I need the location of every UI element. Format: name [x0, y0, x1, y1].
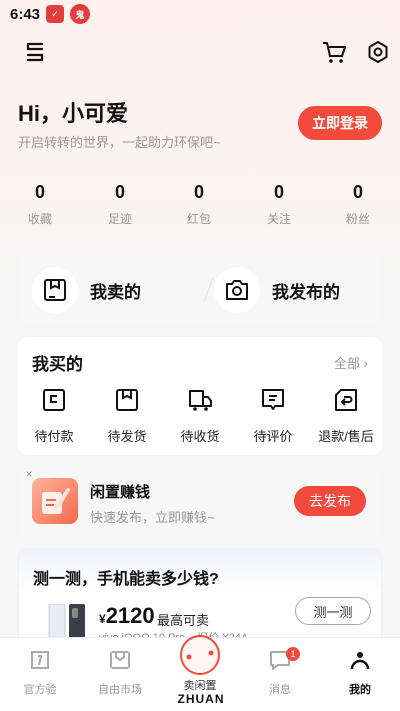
official-check-icon [31, 651, 49, 669]
login-button[interactable]: 立即登录 [298, 106, 382, 140]
stat-label: 红包 [186, 212, 211, 226]
buy-all-label: 全部 [334, 356, 361, 371]
market-box-icon [110, 651, 130, 669]
order-refund[interactable]: 退款/售后 [314, 387, 378, 445]
sold-box-icon [44, 279, 66, 301]
stat-value: 0 [193, 182, 204, 202]
order-pending-shipment[interactable]: 待发货 [95, 387, 159, 445]
order-label: 待收货 [180, 429, 220, 444]
stat-following[interactable]: 0 关注 [249, 182, 309, 227]
stat-favorites[interactable]: 0 收藏 [10, 182, 70, 227]
tab-label: 消息 [269, 684, 291, 696]
wallet-icon [43, 389, 65, 411]
idle-thumbnail [32, 478, 78, 524]
order-pending-review[interactable]: 待评价 [241, 387, 305, 445]
order-label: 待发货 [107, 429, 147, 444]
price-note: 最高可卖 [157, 613, 210, 628]
order-pending-payment[interactable]: 待付款 [22, 387, 86, 445]
price-number: 2120 [105, 603, 155, 628]
tab-label: 我的 [349, 684, 371, 696]
tab-label: 官方验 [23, 684, 57, 696]
greeting-subtitle: 开启转转的世界，一起助力环保吧~ [18, 135, 221, 150]
quiz-title: 测一测，手机能卖多少钱? [33, 571, 219, 588]
gear-icon[interactable] [364, 38, 392, 66]
pencil-note-icon [42, 488, 70, 514]
buy-card: 我买的 全部 › 待付款 待发货 待收货 待评价 退款/售后 [18, 337, 382, 455]
delivery-icon [189, 390, 212, 411]
status-bar: 6:43 ✓ 鬼 [0, 0, 400, 28]
cart-icon[interactable] [320, 38, 348, 66]
stat-label: 足迹 [107, 212, 132, 226]
idle-promo-card: × 闲置赚钱 快速发布，立即赚钱~ 去发布 [18, 465, 382, 537]
stat-red-packets[interactable]: 0 红包 [169, 182, 229, 227]
stat-label: 关注 [266, 212, 291, 226]
status-time: 6:43 [10, 5, 41, 23]
refund-icon [335, 389, 357, 411]
stat-label: 收藏 [27, 212, 52, 226]
review-icon [262, 389, 284, 410]
idle-subtitle: 快速发布，立即赚钱~ [90, 510, 215, 525]
stat-value: 0 [273, 182, 284, 202]
stat-fans[interactable]: 0 粉丝 [328, 182, 388, 227]
order-label: 待付款 [34, 429, 74, 444]
ghost-app-icon: 鬼 [70, 4, 91, 24]
stat-value: 0 [114, 182, 125, 202]
my-published-label: 我发布的 [272, 282, 340, 302]
menu-icon[interactable] [22, 38, 50, 66]
message-badge: 1 [286, 647, 300, 661]
my-sold-button[interactable]: 我卖的 [32, 267, 141, 313]
tab-official-check[interactable]: 官方验 [10, 648, 70, 697]
idle-title: 闲置赚钱 [90, 484, 151, 501]
bottom-tab-bar: 官方验 自由市场 卖闲置 ZHUAN 消息 1 我的 [0, 635, 400, 711]
sell-idle-icon [180, 635, 220, 675]
tab-label: 卖闲置 [183, 680, 217, 692]
order-pending-receipt[interactable]: 待收货 [168, 387, 232, 445]
tab-sell-idle[interactable]: 卖闲置 [170, 635, 230, 693]
brand-logo: ZHUAN [177, 692, 225, 706]
my-sold-label: 我卖的 [90, 282, 141, 302]
stat-value: 0 [352, 182, 363, 202]
stats-row: 0 收藏 0 足迹 0 红包 0 关注 0 粉丝 [0, 182, 400, 230]
tab-mine[interactable]: 我的 [330, 648, 390, 697]
package-icon [116, 389, 138, 411]
tab-free-market[interactable]: 自由市场 [90, 648, 150, 697]
buy-title: 我买的 [32, 355, 83, 374]
greeting-title: Hi，小可爱 [18, 101, 129, 126]
measure-button[interactable]: 测一测 [295, 597, 371, 625]
order-label: 待评价 [253, 429, 293, 444]
camera-icon [226, 280, 248, 300]
stat-footprints[interactable]: 0 足迹 [90, 182, 150, 227]
go-publish-button[interactable]: 去发布 [294, 486, 366, 516]
order-label: 退款/售后 [318, 429, 374, 444]
currency-symbol: ¥ [99, 612, 106, 626]
tab-messages[interactable]: 消息 [250, 648, 310, 697]
stat-label: 粉丝 [345, 212, 370, 226]
profile-icon [350, 652, 370, 670]
buy-all-link[interactable]: 全部 › [334, 353, 368, 372]
divider [203, 277, 214, 303]
my-published-button[interactable]: 我发布的 [214, 267, 340, 313]
chevron-right-icon: › [363, 356, 368, 371]
stat-value: 0 [34, 182, 45, 202]
app-badge-icon: ✓ [46, 5, 65, 23]
tab-label: 自由市场 [98, 684, 142, 696]
sell-card: 我卖的 我发布的 [18, 255, 382, 325]
price-quiz-card: 测一测，手机能卖多少钱? 热门 ¥2120 最高可卖 vivo iQOO 10 … [18, 548, 382, 649]
price-value: ¥2120 [99, 603, 155, 629]
